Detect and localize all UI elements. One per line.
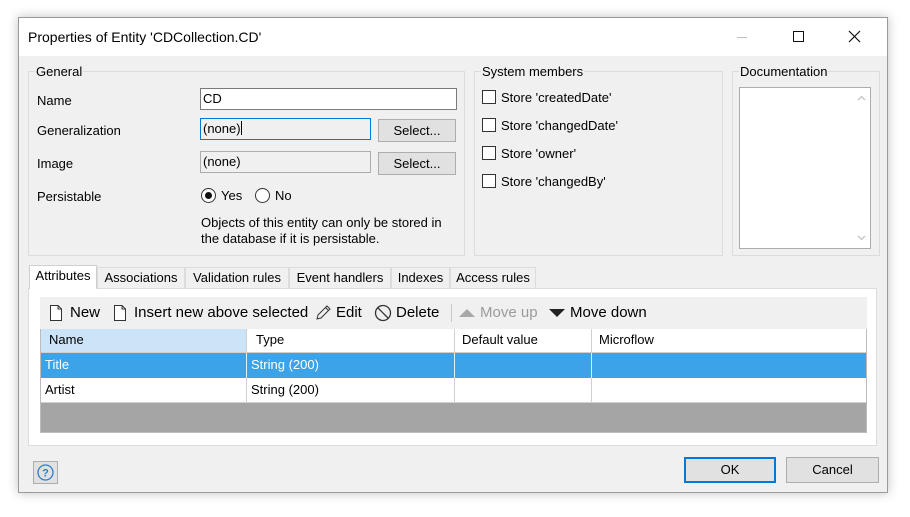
help-icon: ? bbox=[37, 464, 54, 481]
table-row[interactable]: Title String (200) bbox=[41, 353, 866, 378]
image-label: Image bbox=[37, 156, 74, 171]
column-header-microflow[interactable]: Microflow bbox=[592, 329, 866, 352]
insert-new-above-label: Insert new above selected bbox=[134, 304, 309, 321]
column-header-type[interactable]: Type bbox=[247, 329, 455, 352]
store-changed-by-checkbox[interactable] bbox=[482, 174, 496, 188]
persistable-label: Persistable bbox=[37, 189, 102, 204]
close-button[interactable] bbox=[831, 18, 877, 56]
system-members-title: System members bbox=[481, 64, 585, 79]
tab-attributes[interactable]: Attributes bbox=[29, 265, 97, 289]
name-label: Name bbox=[37, 93, 72, 108]
grid-header-row: Name Type Default value Microflow bbox=[41, 329, 866, 353]
minimize-button[interactable] bbox=[719, 18, 765, 56]
text-caret bbox=[240, 121, 242, 135]
store-changed-by-label[interactable]: Store 'changedBy' bbox=[501, 174, 606, 189]
tab-associations[interactable]: Associations bbox=[97, 267, 185, 288]
properties-dialog: Properties of Entity 'CDCollection.CD' G… bbox=[18, 17, 888, 493]
store-changed-date-checkbox[interactable] bbox=[482, 118, 496, 132]
edit-button[interactable]: Edit bbox=[314, 303, 368, 323]
cell-default-value bbox=[455, 378, 592, 403]
new-document-icon bbox=[50, 305, 62, 321]
toolbar-separator bbox=[451, 304, 452, 322]
column-header-default-value[interactable]: Default value bbox=[455, 329, 592, 352]
new-label: New bbox=[70, 304, 101, 321]
persistable-note-line2: the database if it is persistable. bbox=[201, 231, 380, 246]
scroll-up-icon bbox=[857, 95, 866, 101]
pencil-icon bbox=[316, 305, 331, 320]
generalization-label: Generalization bbox=[37, 123, 121, 138]
persistable-no-label[interactable]: No bbox=[275, 188, 292, 203]
insert-new-above-button[interactable]: Insert new above selected bbox=[112, 303, 312, 323]
cell-microflow bbox=[592, 378, 866, 403]
move-down-icon bbox=[549, 309, 565, 317]
documentation-textarea[interactable] bbox=[739, 87, 871, 249]
general-group-title: General bbox=[35, 64, 84, 79]
delete-button[interactable]: Delete bbox=[374, 303, 446, 323]
attributes-panel: New Insert new above selected Edit Delet… bbox=[28, 288, 877, 446]
store-owner-label[interactable]: Store 'owner' bbox=[501, 146, 576, 161]
move-up-button[interactable]: Move up bbox=[458, 303, 542, 323]
tab-indexes[interactable]: Indexes bbox=[391, 267, 450, 288]
generalization-field[interactable]: (none) bbox=[200, 118, 371, 140]
scroll-down-icon bbox=[857, 235, 866, 241]
cell-type: String (200) bbox=[247, 378, 455, 403]
attributes-grid: Name Type Default value Microflow Title … bbox=[40, 329, 867, 433]
edit-label: Edit bbox=[336, 304, 362, 321]
column-header-name[interactable]: Name bbox=[41, 329, 247, 352]
move-up-icon bbox=[459, 309, 475, 317]
move-up-label: Move up bbox=[480, 304, 538, 321]
persistable-yes-radio[interactable] bbox=[201, 188, 216, 203]
persistable-no-radio[interactable] bbox=[255, 188, 270, 203]
generalization-value: (none) bbox=[203, 121, 241, 136]
store-owner-checkbox[interactable] bbox=[482, 146, 496, 160]
cell-type: String (200) bbox=[247, 353, 455, 378]
persistable-note-line1: Objects of this entity can only be store… bbox=[201, 215, 442, 230]
generalization-select-button[interactable]: Select... bbox=[378, 119, 456, 142]
title-bar: Properties of Entity 'CDCollection.CD' bbox=[19, 18, 887, 56]
cell-microflow bbox=[592, 353, 866, 378]
store-created-date-label[interactable]: Store 'createdDate' bbox=[501, 90, 611, 105]
delete-label: Delete bbox=[396, 304, 440, 321]
minimize-icon bbox=[737, 37, 747, 38]
move-down-label: Move down bbox=[570, 304, 647, 321]
delete-icon bbox=[374, 304, 392, 322]
move-down-button[interactable]: Move down bbox=[548, 303, 652, 323]
tab-validation-rules[interactable]: Validation rules bbox=[185, 267, 289, 288]
new-button[interactable]: New bbox=[48, 303, 104, 323]
cell-name: Artist bbox=[41, 378, 247, 403]
cell-default-value bbox=[455, 353, 592, 378]
cancel-button[interactable]: Cancel bbox=[786, 457, 879, 483]
window-title: Properties of Entity 'CDCollection.CD' bbox=[28, 29, 262, 45]
image-select-button[interactable]: Select... bbox=[378, 152, 456, 175]
table-row[interactable]: Artist String (200) bbox=[41, 378, 866, 403]
close-icon bbox=[848, 30, 861, 43]
maximize-button[interactable] bbox=[775, 18, 821, 56]
store-created-date-checkbox[interactable] bbox=[482, 90, 496, 104]
attributes-toolbar: New Insert new above selected Edit Delet… bbox=[40, 297, 867, 329]
cell-name: Title bbox=[41, 353, 247, 378]
svg-text:?: ? bbox=[42, 468, 49, 480]
maximize-icon bbox=[793, 31, 804, 42]
documentation-title: Documentation bbox=[739, 64, 829, 79]
ok-button[interactable]: OK bbox=[684, 457, 776, 483]
documentation-scrollbar[interactable] bbox=[853, 88, 870, 248]
insert-document-icon bbox=[114, 305, 126, 321]
image-field[interactable]: (none) bbox=[200, 151, 371, 173]
help-button[interactable]: ? bbox=[33, 461, 58, 484]
tab-event-handlers[interactable]: Event handlers bbox=[289, 267, 391, 288]
name-input[interactable]: CD bbox=[200, 88, 457, 110]
persistable-yes-label[interactable]: Yes bbox=[221, 188, 242, 203]
store-changed-date-label[interactable]: Store 'changedDate' bbox=[501, 118, 618, 133]
tab-access-rules[interactable]: Access rules bbox=[450, 267, 536, 288]
